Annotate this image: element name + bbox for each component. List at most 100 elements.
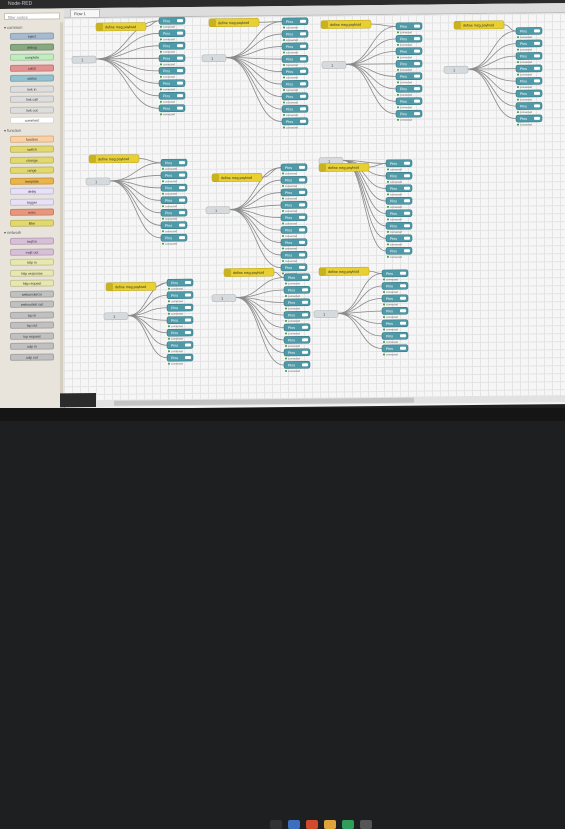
output-node-toggle[interactable] bbox=[400, 309, 406, 313]
scrollbar-thumb[interactable] bbox=[114, 397, 414, 406]
output-node-toggle[interactable] bbox=[185, 343, 191, 347]
output-node-toggle[interactable] bbox=[414, 87, 420, 91]
palette-node[interactable]: link call bbox=[10, 95, 54, 103]
output-node-toggle[interactable] bbox=[299, 253, 305, 257]
palette-node[interactable]: inject bbox=[10, 32, 54, 40]
output-node-toggle[interactable] bbox=[179, 198, 185, 202]
palette-node[interactable]: debug bbox=[10, 42, 54, 51]
output-node-toggle[interactable] bbox=[177, 94, 183, 98]
output-node-toggle[interactable] bbox=[414, 99, 420, 103]
taskbar-app-icon[interactable] bbox=[360, 820, 372, 829]
flow-input-node[interactable] bbox=[201, 54, 227, 63]
output-node-toggle[interactable] bbox=[299, 190, 305, 194]
palette-node[interactable]: delay bbox=[10, 187, 54, 195]
output-node-toggle[interactable] bbox=[177, 69, 183, 73]
palette-node[interactable]: udp out bbox=[10, 352, 54, 361]
output-node-toggle[interactable] bbox=[400, 346, 406, 350]
output-node-toggle[interactable] bbox=[302, 288, 308, 292]
output-node-toggle[interactable] bbox=[299, 240, 305, 244]
output-node-toggle[interactable] bbox=[302, 325, 308, 329]
taskbar-app-icon[interactable] bbox=[270, 820, 282, 829]
output-node-toggle[interactable] bbox=[414, 74, 420, 78]
output-node-toggle[interactable] bbox=[302, 300, 308, 304]
output-node-toggle[interactable] bbox=[404, 161, 410, 165]
taskbar-app-icon[interactable] bbox=[342, 820, 354, 829]
palette-node[interactable]: comment bbox=[10, 116, 54, 124]
output-node-toggle[interactable] bbox=[179, 161, 185, 165]
palette-node[interactable]: tcp in bbox=[10, 310, 54, 319]
output-node-toggle[interactable] bbox=[299, 265, 305, 269]
output-node-toggle[interactable] bbox=[400, 271, 406, 275]
palette-node[interactable]: tcp out bbox=[10, 321, 54, 329]
output-node-toggle[interactable] bbox=[179, 173, 185, 177]
output-node-toggle[interactable] bbox=[185, 318, 191, 322]
output-node-toggle[interactable] bbox=[179, 211, 185, 215]
output-node-toggle[interactable] bbox=[300, 69, 306, 73]
output-node-toggle[interactable] bbox=[400, 296, 406, 300]
output-node-toggle[interactable] bbox=[534, 116, 540, 120]
output-node-toggle[interactable] bbox=[534, 29, 540, 33]
output-node-toggle[interactable] bbox=[534, 41, 540, 45]
output-node-toggle[interactable] bbox=[300, 94, 306, 98]
output-node-toggle[interactable] bbox=[534, 104, 540, 108]
palette-node[interactable]: catch bbox=[10, 63, 54, 72]
taskbar-app-icon[interactable] bbox=[324, 820, 336, 829]
output-node-toggle[interactable] bbox=[299, 178, 305, 182]
output-node-toggle[interactable] bbox=[534, 54, 540, 58]
output-node-toggle[interactable] bbox=[185, 293, 191, 297]
output-node-toggle[interactable] bbox=[177, 19, 183, 23]
output-node-toggle[interactable] bbox=[414, 24, 420, 28]
workspace-canvas[interactable]: 1 define msg.payload Pins connected Pins conn… bbox=[64, 13, 565, 402]
output-node-toggle[interactable] bbox=[177, 56, 183, 60]
tab-flow-1[interactable]: Flow 1 bbox=[70, 8, 100, 18]
output-node-toggle[interactable] bbox=[534, 91, 540, 95]
flow-input-node[interactable] bbox=[103, 312, 129, 321]
palette-node[interactable]: trigger bbox=[10, 197, 54, 206]
output-node-toggle[interactable] bbox=[302, 275, 308, 279]
palette-node[interactable]: http in bbox=[10, 258, 54, 266]
output-node-toggle[interactable] bbox=[300, 119, 306, 123]
flow-input-node[interactable] bbox=[313, 310, 339, 318]
palette-node[interactable]: link out bbox=[10, 105, 54, 114]
palette-node[interactable]: switch bbox=[10, 145, 54, 153]
palette-node[interactable]: change bbox=[10, 155, 54, 164]
output-node-toggle[interactable] bbox=[185, 281, 191, 285]
palette-search-input[interactable]: filter nodes bbox=[4, 12, 60, 20]
palette-category[interactable]: ▾ function bbox=[4, 127, 60, 134]
output-node-toggle[interactable] bbox=[185, 306, 191, 310]
palette-node[interactable]: websocket out bbox=[10, 300, 54, 308]
flow-input-node[interactable] bbox=[85, 177, 111, 186]
palette-node[interactable]: link in bbox=[10, 84, 54, 93]
output-node-toggle[interactable] bbox=[534, 79, 540, 83]
output-node-toggle[interactable] bbox=[185, 356, 191, 360]
output-node-toggle[interactable] bbox=[534, 66, 540, 70]
palette-scrollbar[interactable] bbox=[60, 22, 63, 403]
palette-node[interactable]: mqtt in bbox=[10, 237, 54, 245]
output-node-toggle[interactable] bbox=[177, 44, 183, 48]
output-node-toggle[interactable] bbox=[400, 284, 406, 288]
output-node-toggle[interactable] bbox=[404, 211, 410, 215]
palette-category[interactable]: ▾ common bbox=[4, 24, 60, 31]
palette-node[interactable]: complete bbox=[10, 53, 54, 61]
output-node-toggle[interactable] bbox=[179, 236, 185, 240]
output-node-toggle[interactable] bbox=[177, 81, 183, 85]
output-node-toggle[interactable] bbox=[404, 199, 410, 203]
output-node-toggle[interactable] bbox=[404, 224, 410, 228]
output-node-toggle[interactable] bbox=[414, 49, 420, 53]
output-node-toggle[interactable] bbox=[299, 165, 305, 169]
taskbar-app-icon[interactable] bbox=[306, 820, 318, 829]
palette-node[interactable]: function bbox=[10, 134, 54, 143]
palette-node[interactable]: http request bbox=[10, 279, 54, 287]
output-node-toggle[interactable] bbox=[302, 363, 308, 367]
output-node-toggle[interactable] bbox=[302, 350, 308, 354]
taskbar-app-icon[interactable] bbox=[288, 820, 300, 829]
palette-category[interactable]: ▾ network bbox=[4, 229, 60, 236]
output-node-toggle[interactable] bbox=[177, 106, 183, 110]
output-node-toggle[interactable] bbox=[300, 107, 306, 111]
output-node-toggle[interactable] bbox=[179, 223, 185, 227]
output-node-toggle[interactable] bbox=[414, 62, 420, 66]
output-node-toggle[interactable] bbox=[400, 334, 406, 338]
output-node-toggle[interactable] bbox=[299, 203, 305, 207]
flow-input-node[interactable] bbox=[211, 294, 237, 303]
palette-node[interactable]: http response bbox=[10, 268, 54, 277]
